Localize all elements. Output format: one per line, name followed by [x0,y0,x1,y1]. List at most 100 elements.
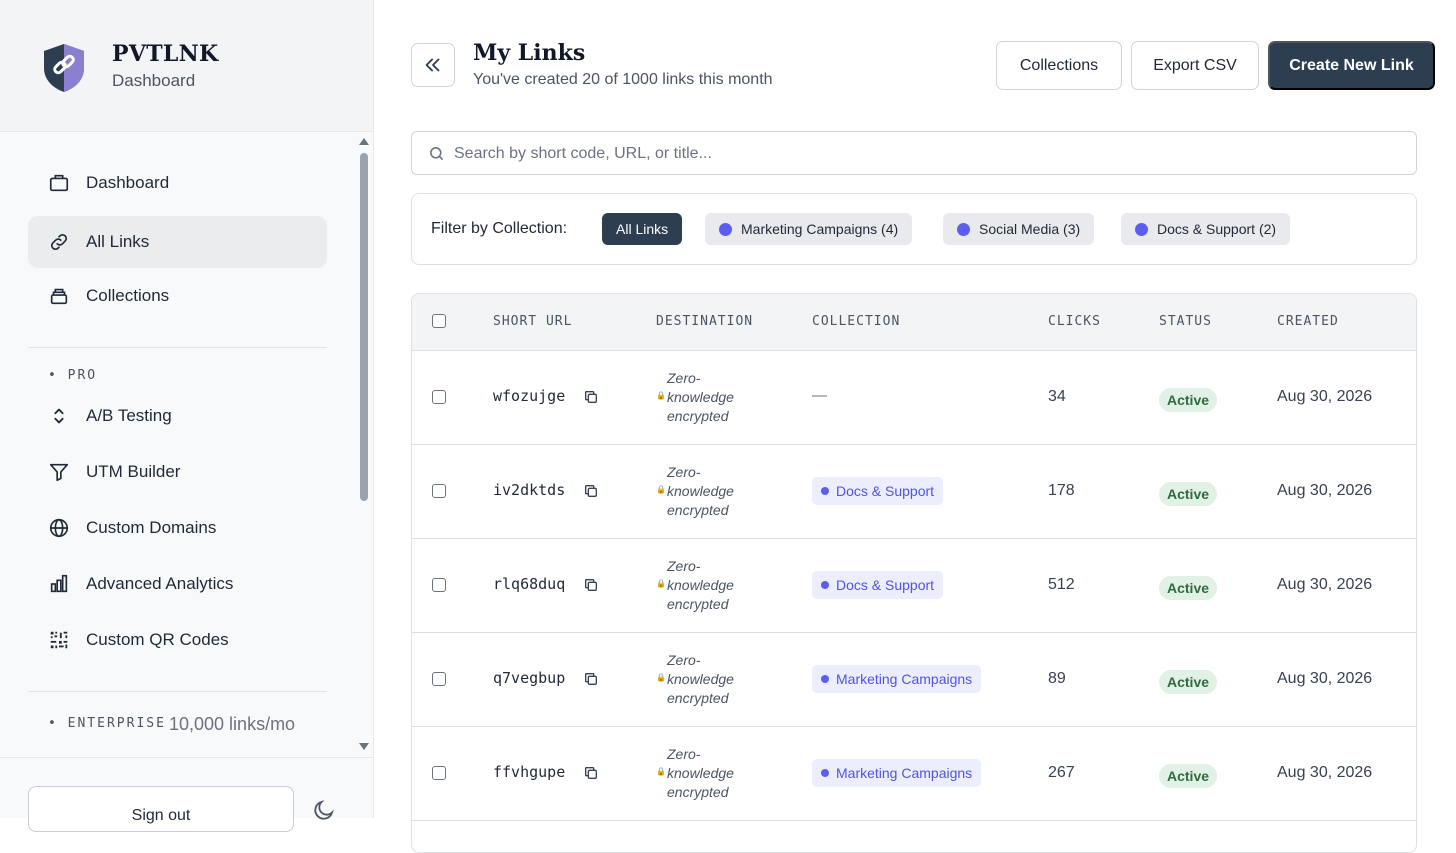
table-row[interactable]: ffvhgupe 🔒 Zero-knowledge encrypted Mark… [412,727,1416,821]
search-input[interactable] [454,142,1354,166]
bar-chart-icon [48,573,70,595]
sidebar-item-custom-qr-codes[interactable]: Custom QR Codes [28,614,327,666]
copy-icon[interactable] [583,671,599,687]
row-checkbox[interactable] [432,578,446,592]
sidebar-item-label: Custom QR Codes [86,630,229,649]
status-badge: Active [1159,482,1218,506]
created-date: Aug 30, 2026 [1277,482,1373,499]
scroll-up-arrow-icon[interactable] [359,138,369,145]
sidebar-item-custom-domains[interactable]: Custom Domains [28,502,327,554]
collection-tag[interactable]: Marketing Campaigns [812,759,982,787]
column-header-destination[interactable]: DESTINATION [656,314,753,329]
sign-out-button[interactable]: Sign out [28,786,294,832]
row-checkbox[interactable] [432,390,446,404]
short-code[interactable]: rlq68duq [493,575,565,593]
sidebar-item-advanced-analytics[interactable]: Advanced Analytics [28,558,327,610]
nav-divider [28,691,327,692]
table-header: SHORT URL DESTINATION COLLECTION CLICKS … [412,294,1416,351]
collapse-sidebar-button[interactable] [411,43,455,87]
brand-header: PVTLNK Dashboard [0,0,373,132]
short-code[interactable]: iv2dktds [493,481,565,499]
copy-icon[interactable] [583,765,599,781]
sidebar-item-collections[interactable]: Collections [28,270,327,322]
briefcase-icon [48,172,70,194]
click-count: 512 [1048,576,1075,593]
brand-name: PVTLNK [112,41,219,67]
sidebar-scrollbar[interactable] [355,133,373,757]
column-header-collection[interactable]: COLLECTION [812,314,900,329]
click-count: 34 [1048,388,1066,405]
column-header-created[interactable]: CREATED [1277,314,1339,329]
sidebar-item-label: All Links [86,232,150,251]
table-row[interactable]: rlq68duq 🔒 Zero-knowledge encrypted Docs… [412,539,1416,633]
lock-icon: 🔒 [656,579,666,588]
sidebar-nav: Dashboard All Links Collections • PRO A/… [0,133,355,757]
globe-icon [48,517,70,539]
copy-icon[interactable] [583,389,599,405]
sidebar-item-utm-builder[interactable]: UTM Builder [28,446,327,498]
stack-icon [48,285,70,307]
destination-text: Zero-knowledge encrypted [667,558,734,612]
scrollbar-thumb[interactable] [360,153,368,501]
moon-icon[interactable] [312,798,336,822]
copy-icon[interactable] [583,483,599,499]
chevrons-up-down-icon [48,405,70,427]
export-csv-button[interactable]: Export CSV [1131,41,1259,90]
filter-chip-social-media[interactable]: Social Media (3) [943,213,1095,245]
row-checkbox[interactable] [432,672,446,686]
enterprise-section-label: • ENTERPRISE [48,716,166,731]
page-subtitle: You've created 20 of 1000 links this mon… [473,71,773,88]
short-code[interactable]: wfozujge [493,387,565,405]
column-header-short-url[interactable]: SHORT URL [493,314,572,329]
copy-icon[interactable] [583,577,599,593]
lock-icon: 🔒 [656,485,666,494]
collection-dot-icon [821,487,829,495]
collection-tag[interactable]: Docs & Support [812,477,944,505]
filter-chip-all-links[interactable]: All Links [602,213,683,245]
lock-icon: 🔒 [656,767,666,776]
collections-button[interactable]: Collections [996,41,1122,90]
created-date: Aug 30, 2026 [1277,764,1373,781]
status-badge: Active [1159,764,1218,788]
collection-dot-icon [1135,222,1148,236]
create-new-link-button[interactable]: Create New Link [1268,41,1435,90]
short-code[interactable]: ffvhgupe [493,763,565,781]
sidebar-item-label: Collections [86,286,170,305]
short-code[interactable]: q7vegbup [493,669,565,687]
filter-chip-marketing-campaigns[interactable]: Marketing Campaigns (4) [705,213,913,245]
row-checkbox[interactable] [432,484,446,498]
click-count: 89 [1048,670,1066,687]
table-row[interactable]: q7vegbup 🔒 Zero-knowledge encrypted Mark… [412,633,1416,727]
click-count: 267 [1048,764,1075,781]
table-row[interactable]: wfozujge 🔒 Zero-knowledge encrypted — 34… [412,351,1416,445]
column-header-status[interactable]: STATUS [1159,314,1212,329]
row-checkbox[interactable] [432,766,446,780]
main-content: My Links You've created 20 of 1000 links… [374,0,1456,853]
created-date: Aug 30, 2026 [1277,388,1373,405]
sidebar-item-ab-testing[interactable]: A/B Testing [28,390,327,442]
destination-text: Zero-knowledge encrypted [667,652,734,706]
link-icon [48,231,70,253]
sidebar-item-dashboard[interactable]: Dashboard [28,157,327,209]
sidebar-item-all-links[interactable]: All Links [28,216,327,268]
column-header-clicks[interactable]: CLICKS [1048,314,1101,329]
sidebar-item-label: Advanced Analytics [86,574,234,593]
collection-empty: — [812,387,827,404]
select-all-checkbox[interactable] [432,314,446,328]
destination-text: Zero-knowledge encrypted [667,464,734,518]
collection-dot-icon [957,222,970,236]
chevrons-left-icon [425,58,440,72]
filter-icon [48,461,70,483]
destination-text: Zero-knowledge encrypted [667,746,734,800]
status-badge: Active [1159,576,1218,600]
brand-subtitle: Dashboard [112,71,196,90]
filter-chip-docs-support[interactable]: Docs & Support (2) [1121,213,1291,245]
qr-code-icon [48,629,70,651]
collection-dot-icon [821,769,829,777]
collection-tag[interactable]: Docs & Support [812,571,944,599]
page-title: My Links [473,40,586,66]
table-row[interactable]: iv2dktds 🔒 Zero-knowledge encrypted Docs… [412,445,1416,539]
collection-tag[interactable]: Marketing Campaigns [812,665,982,693]
lock-icon: 🔒 [656,673,666,682]
scroll-down-arrow-icon[interactable] [359,743,369,750]
